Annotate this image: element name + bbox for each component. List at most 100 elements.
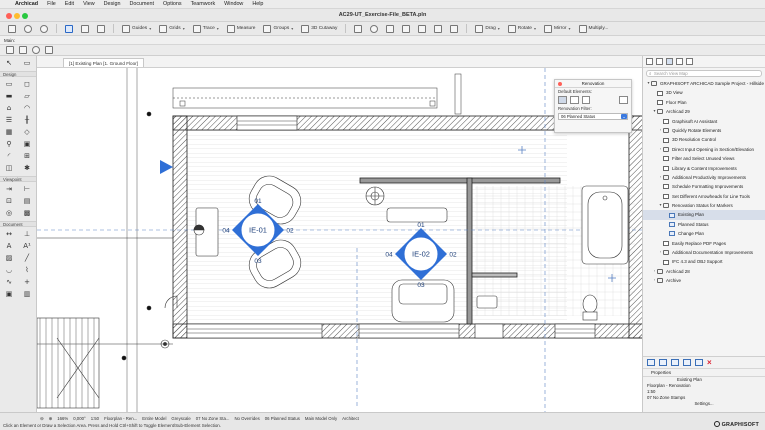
syringe-button[interactable] <box>95 24 107 34</box>
groups-button[interactable]: Groups ▾ <box>261 24 295 34</box>
object-tool-icon[interactable]: ⚲ <box>3 139 15 148</box>
view-map-item[interactable]: Existing Plan <box>643 210 765 220</box>
text-tool-icon[interactable]: A <box>3 241 15 250</box>
graphic-override[interactable]: 07 No Zone Sta... <box>196 416 230 421</box>
existing-status-icon[interactable] <box>558 96 567 104</box>
view-map-item[interactable]: Easily Replace PDF Pages <box>643 239 765 248</box>
properties-header[interactable]: Properties <box>643 369 765 377</box>
view-map-item[interactable]: › Archive <box>643 276 765 285</box>
arrow-icon[interactable] <box>6 46 14 54</box>
undo-button[interactable] <box>22 24 34 34</box>
new-status-icon[interactable] <box>581 96 591 104</box>
publisher-icon[interactable] <box>686 58 693 65</box>
guides-button[interactable]: Guides ▾ <box>120 24 153 34</box>
curtain-wall-tool-icon[interactable]: ▦ <box>3 127 15 136</box>
pen-set[interactable]: Greyscale <box>171 416 190 421</box>
view-map-item[interactable]: Floor Plan <box>643 98 765 107</box>
arrow-tool-icon[interactable]: ↖ <box>3 58 15 67</box>
folder-icon[interactable] <box>646 58 653 65</box>
scissors-button[interactable] <box>352 24 364 34</box>
arc-tool-icon[interactable]: ◡ <box>3 265 15 274</box>
morph-tool-icon[interactable]: ◇ <box>21 127 33 136</box>
interior-elevation-tool-icon[interactable]: ⊡ <box>3 196 15 205</box>
delete-icon[interactable]: × <box>707 359 712 367</box>
save-view-icon[interactable] <box>683 359 691 366</box>
edit-tool-1[interactable] <box>384 24 396 34</box>
3d-document-tool-icon[interactable]: ▩ <box>21 208 33 217</box>
interior-elevation-marker[interactable]: IE-02 01 02 03 04 <box>385 222 457 289</box>
palette-close-button[interactable] <box>558 82 562 86</box>
floor-plan-canvas[interactable]: IE-01 01 02 03 04 IE-02 01 02 03 04 <box>37 68 642 412</box>
layers-icon[interactable] <box>19 46 27 54</box>
project-map-icon[interactable] <box>656 58 663 65</box>
view-map-item[interactable]: › Additional Productivity Improvements <box>643 173 765 182</box>
view-map-item[interactable]: ▾ Renovation Status for Markers <box>643 201 765 210</box>
view-map-item[interactable]: Library & Content Improvements <box>643 164 765 173</box>
menu-options[interactable]: Options <box>163 1 182 7</box>
view-map-item[interactable]: Planned Status <box>643 220 765 229</box>
home-button[interactable] <box>6 24 18 34</box>
menu-teamwork[interactable]: Teamwork <box>191 1 216 7</box>
search-zoom-button[interactable] <box>368 24 380 34</box>
layout-book-icon[interactable] <box>676 58 683 65</box>
menu-view[interactable]: View <box>83 1 95 7</box>
multiply-button[interactable]: Multiply... <box>577 24 611 34</box>
measure-button[interactable]: Measure <box>225 24 258 34</box>
eyedropper-button[interactable] <box>79 24 91 34</box>
fill-tool-icon[interactable]: ▨ <box>3 253 15 262</box>
stair-tool-icon[interactable]: ☰ <box>3 115 15 124</box>
menu-help[interactable]: Help <box>252 1 263 7</box>
mirror-button[interactable]: Mirror ▾ <box>542 24 573 34</box>
marquee-tool-icon[interactable]: ▭ <box>21 58 33 67</box>
pet-palette-icon[interactable] <box>32 46 40 54</box>
view-map-item[interactable]: IFC 4.3 and OBJ Support <box>643 257 765 266</box>
section-tool-icon[interactable]: ⇥ <box>3 184 15 193</box>
railing-tool-icon[interactable]: ╫ <box>21 115 33 124</box>
edit-tool-3[interactable] <box>416 24 428 34</box>
dimension-tool-icon[interactable]: ↔ <box>3 229 15 238</box>
menu-document[interactable]: Document <box>129 1 154 7</box>
menu-design[interactable]: Design <box>104 1 121 7</box>
roof-tool-icon[interactable]: ⌂ <box>3 103 15 112</box>
menu-window[interactable]: Window <box>224 1 243 7</box>
view-map-item[interactable]: › Additional Documentation Improvements <box>643 248 765 257</box>
view-map-item[interactable]: Filter and Select Unused Views <box>643 154 765 163</box>
renovation-filter-status[interactable]: 06 Planned Status <box>265 416 300 421</box>
rotation-angle[interactable]: 0,000° <box>73 416 85 421</box>
wall-tool-icon[interactable]: ▭ <box>3 79 15 88</box>
overrides[interactable]: No Overrides <box>234 416 259 421</box>
view-map-item[interactable]: 3D Resolution Control <box>643 135 765 144</box>
new-view-icon[interactable] <box>647 359 655 366</box>
edit-tool-2[interactable] <box>400 24 412 34</box>
line-tool-icon[interactable]: ╱ <box>21 253 33 262</box>
lamp-tool-icon[interactable]: ✱ <box>21 163 33 172</box>
cursor-icon[interactable] <box>45 46 53 54</box>
zoom-out-icon[interactable]: ⊖ <box>40 416 44 422</box>
layer-combination[interactable]: Floorplan - Ren... <box>104 416 137 421</box>
view-map-item[interactable]: › Direct Input Opening in Section/Elevati… <box>643 145 765 154</box>
zoom-value[interactable]: 166% <box>57 416 68 421</box>
door-tool-icon[interactable]: ◜ <box>3 151 15 160</box>
demolish-status-icon[interactable] <box>569 96 579 104</box>
worksheet-tool-icon[interactable]: ▤ <box>21 196 33 205</box>
model-view-status[interactable]: Main Model Only <box>305 416 337 421</box>
drag-button[interactable]: Drag ▾ <box>473 24 501 34</box>
hotspot-tool-icon[interactable]: + <box>21 277 33 286</box>
detail-tool-icon[interactable]: ◎ <box>3 208 15 217</box>
view-map-item[interactable]: › Archicad 28 <box>643 267 765 276</box>
beam-tool-icon[interactable]: ▬ <box>3 91 15 100</box>
view-settings-icon[interactable] <box>695 359 703 366</box>
interior-elevation-marker[interactable]: IE-01 01 02 03 04 <box>222 198 294 265</box>
override-settings-icon[interactable] <box>619 96 628 104</box>
view-map-item[interactable]: Schedule Formatting Improvements <box>643 182 765 191</box>
view-map-item[interactable]: ▾ GRAPHISOFT ARCHICAD Sample Project - Hi… <box>643 79 765 88</box>
zone-tool-icon[interactable]: ▣ <box>21 139 33 148</box>
view-map-icon[interactable] <box>666 58 673 65</box>
scale-value[interactable]: 1:50 <box>91 416 99 421</box>
menu-edit[interactable]: Edit <box>65 1 74 7</box>
view-map-item[interactable]: Change Plan <box>643 229 765 238</box>
level-dimension-tool-icon[interactable]: ⊥ <box>21 229 33 238</box>
view-map-item[interactable]: › Quickly Rotate Elements <box>643 126 765 135</box>
zoom-in-icon[interactable]: ⊕ <box>49 416 53 422</box>
spline-tool-icon[interactable]: ∿ <box>3 277 15 286</box>
